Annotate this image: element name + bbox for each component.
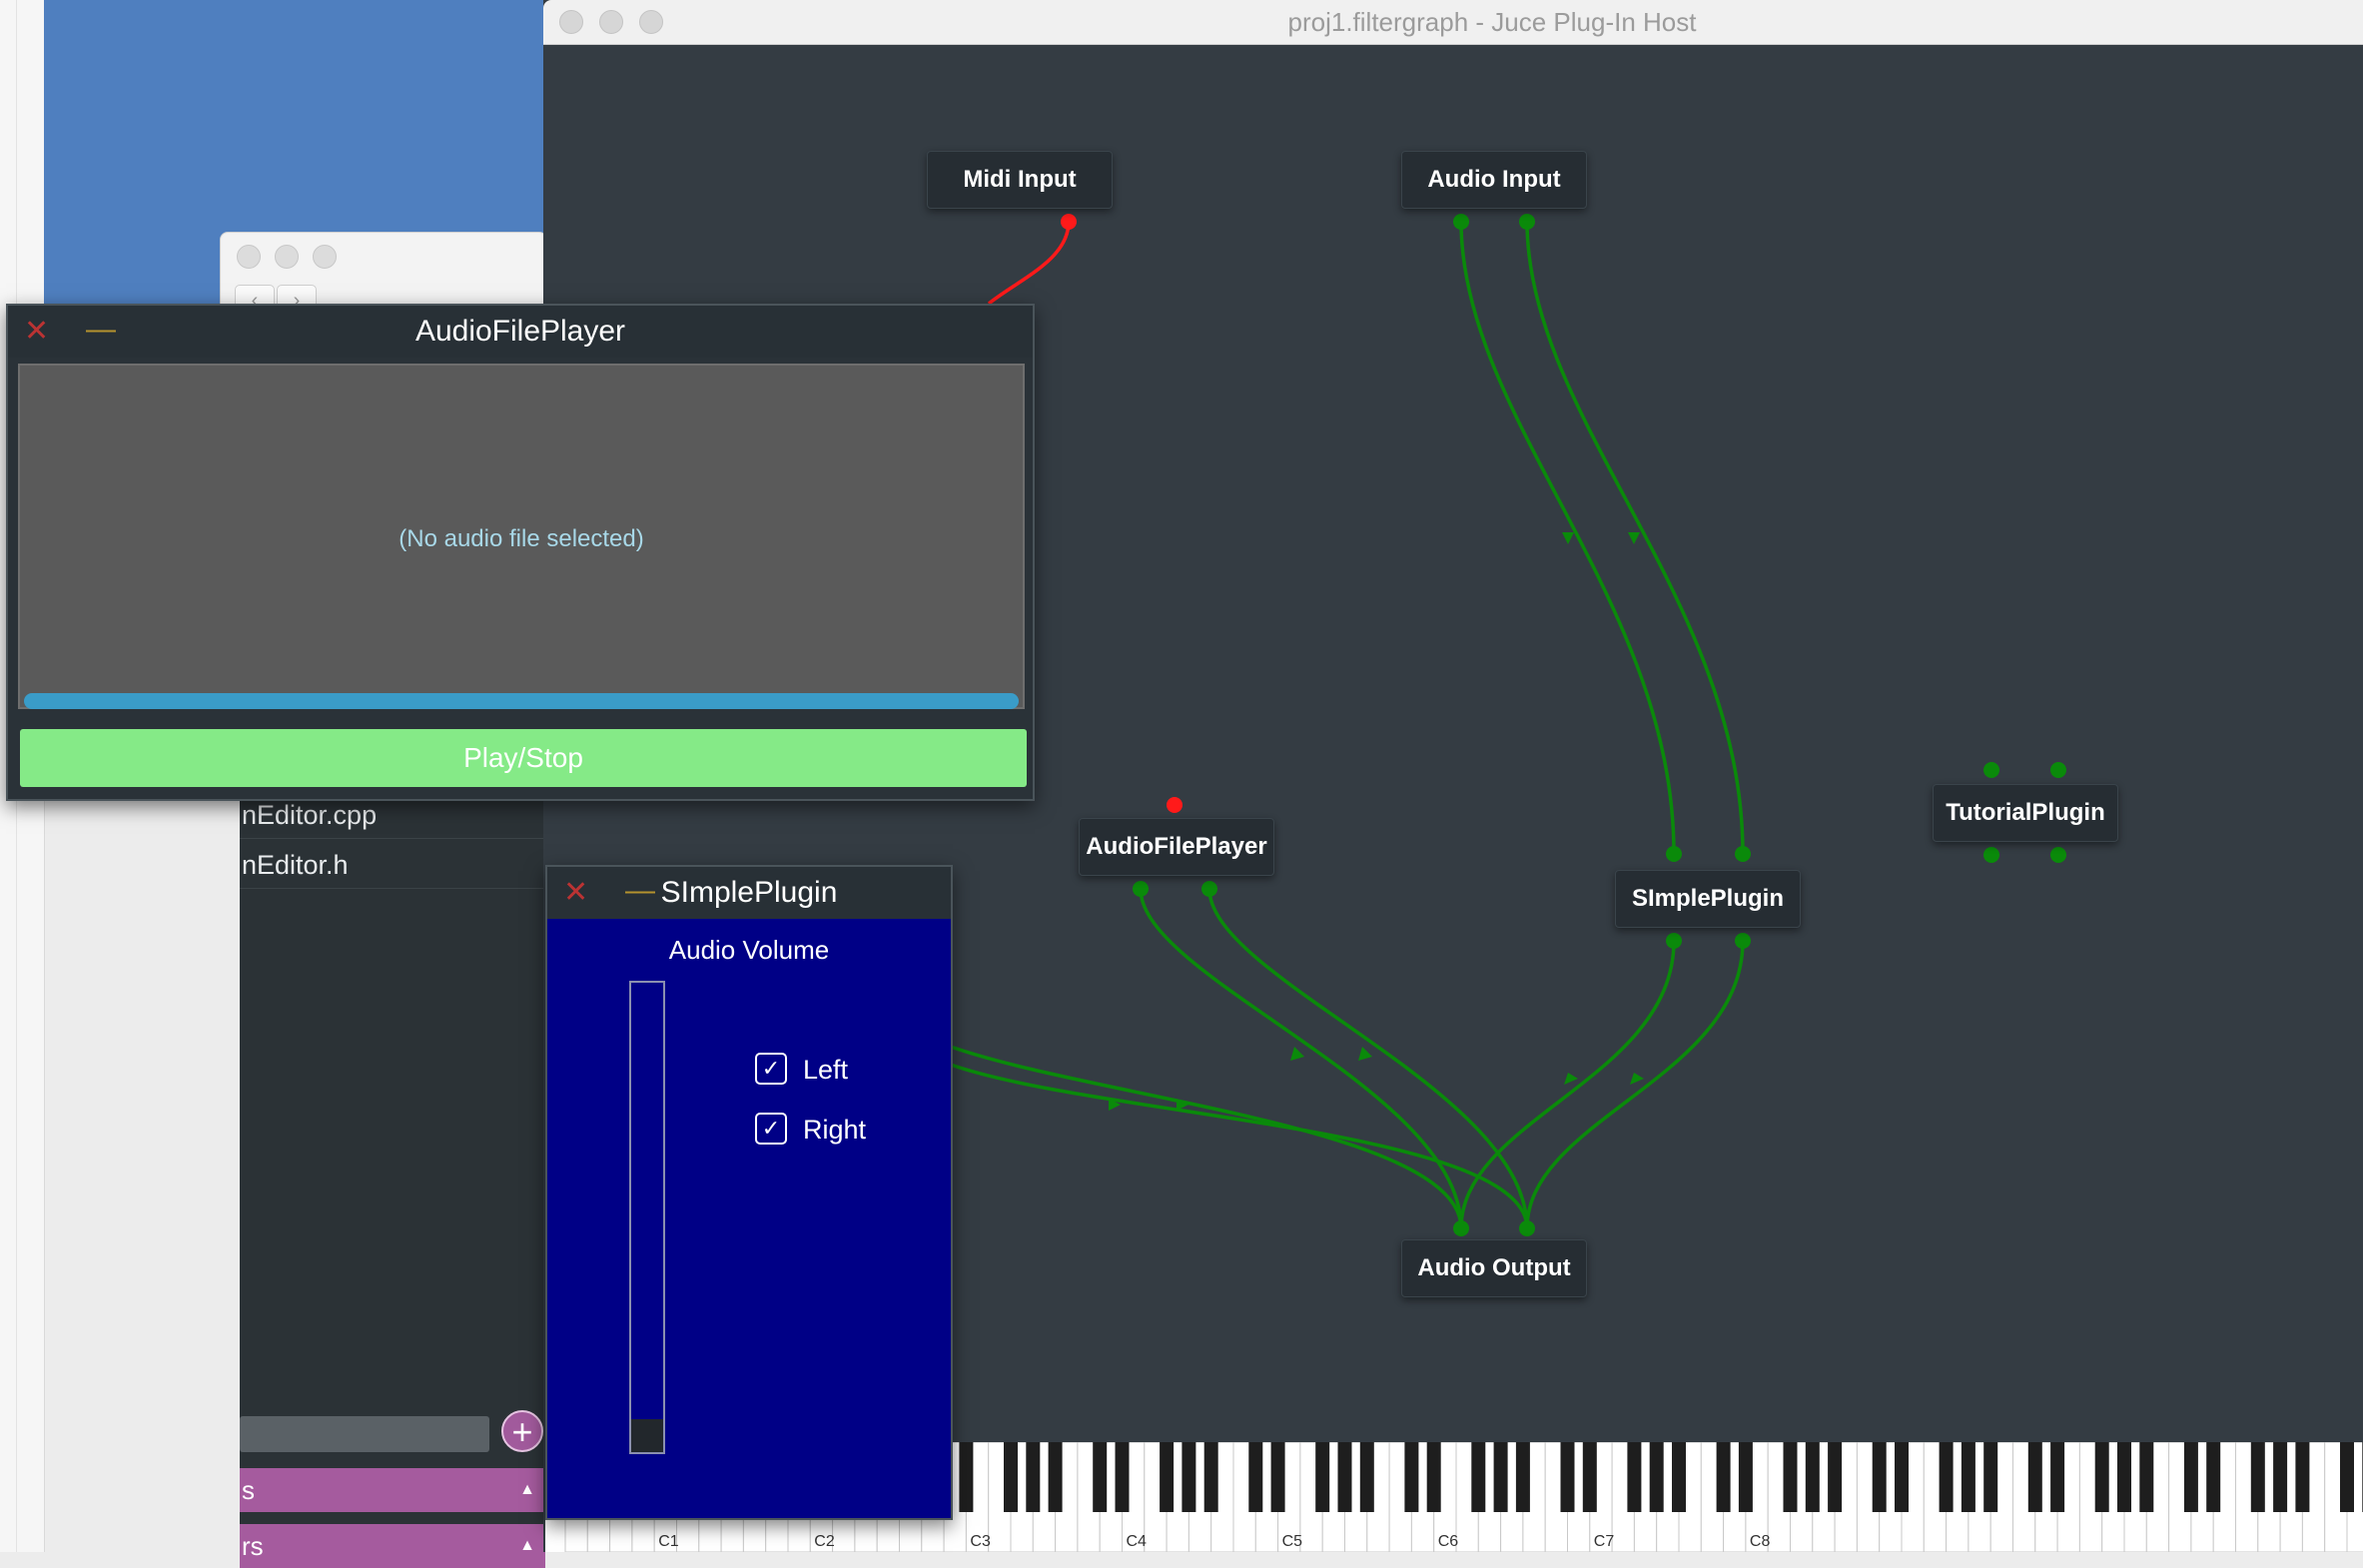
octave-label: C7 (1594, 1533, 1615, 1550)
black-key (1337, 1442, 1352, 1512)
black-key (2117, 1442, 2131, 1512)
playback-position-bar[interactable] (24, 693, 1019, 709)
close-icon[interactable]: ✕ (24, 306, 49, 358)
node-simple-plugin[interactable]: SImplePlugin (1615, 870, 1801, 928)
black-key (1783, 1442, 1798, 1512)
black-key (1004, 1442, 1018, 1512)
window-title: AudioFilePlayer (414, 315, 626, 348)
minimize-icon[interactable]: — (86, 306, 116, 354)
black-key (1182, 1442, 1196, 1512)
black-key (1560, 1442, 1575, 1512)
chevron-up-icon: ▲ (519, 1481, 535, 1498)
simple-plugin-window: ✕ — SImplePlugin Audio Volume ✓ Left ✓ R… (545, 865, 953, 1520)
black-key (1716, 1442, 1731, 1512)
black-key (1872, 1442, 1887, 1512)
black-key (1160, 1442, 1175, 1512)
octave-label: C1 (658, 1533, 679, 1550)
file-search-input[interactable] (240, 1416, 489, 1452)
octave-label: C5 (1282, 1533, 1303, 1550)
panel-section-header[interactable]: rs ▲ (240, 1524, 545, 1568)
audio-volume-label: Audio Volume (668, 935, 830, 965)
black-key (1426, 1442, 1441, 1512)
black-key (1048, 1442, 1063, 1512)
octave-label: C8 (1750, 1533, 1771, 1550)
black-key (1515, 1442, 1530, 1512)
black-key (2183, 1442, 2198, 1512)
audio-file-player-window: ✕ — AudioFilePlayer (No audio file selec… (6, 304, 1035, 801)
black-key (2250, 1442, 2265, 1512)
black-key (1315, 1442, 1330, 1512)
black-key (1805, 1442, 1820, 1512)
black-key (2206, 1442, 2221, 1512)
window-titlebar: ✕ — AudioFilePlayer (8, 306, 1033, 358)
black-key (1359, 1442, 1374, 1512)
host-titlebar: proj1.filtergraph - Juce Plug-In Host (543, 0, 2363, 45)
black-key (1093, 1442, 1108, 1512)
black-key (1983, 1442, 1998, 1512)
black-key (1404, 1442, 1419, 1512)
node-audio-file-player[interactable]: AudioFilePlayer (1079, 818, 1274, 876)
window-minimize-icon[interactable] (275, 245, 299, 269)
node-audio-output[interactable]: Audio Output (1401, 1239, 1587, 1297)
black-key (1627, 1442, 1642, 1512)
chevron-up-icon: ▲ (519, 1537, 535, 1554)
octave-label: C3 (970, 1533, 991, 1550)
close-icon[interactable]: ✕ (563, 867, 588, 919)
minimize-icon[interactable]: — (625, 867, 655, 915)
black-key (959, 1442, 974, 1512)
black-key (1895, 1442, 1909, 1512)
right-checkbox-label: Right (803, 1115, 867, 1145)
window-zoom-icon[interactable] (313, 245, 337, 269)
black-key (1471, 1442, 1486, 1512)
node-midi-input[interactable]: Midi Input (927, 151, 1113, 209)
right-checkbox[interactable]: ✓ (755, 1113, 787, 1145)
black-key (1672, 1442, 1686, 1512)
add-file-button[interactable]: + (501, 1410, 543, 1452)
black-key (2273, 1442, 2288, 1512)
black-key (1493, 1442, 1508, 1512)
window-title: proj1.filtergraph - Juce Plug-In Host (1287, 7, 1697, 37)
black-key (1649, 1442, 1664, 1512)
left-checkbox[interactable]: ✓ (755, 1053, 787, 1085)
window-titlebar: ✕ — SImplePlugin (547, 867, 951, 919)
black-key (1203, 1442, 1218, 1512)
black-key (2340, 1442, 2354, 1512)
black-key (2027, 1442, 2042, 1512)
black-key (2139, 1442, 2154, 1512)
volume-slider-fill (631, 1419, 663, 1452)
waveform-display[interactable]: (No audio file selected) (18, 364, 1025, 709)
black-key (1738, 1442, 1753, 1512)
black-key (1115, 1442, 1130, 1512)
play-stop-button[interactable]: Play/Stop (20, 729, 1027, 787)
section-label: rs (242, 1531, 264, 1561)
window-close-icon[interactable] (237, 245, 261, 269)
left-checkbox-label: Left (803, 1055, 849, 1085)
black-key (1026, 1442, 1041, 1512)
black-key (2094, 1442, 2109, 1512)
black-key (1248, 1442, 1263, 1512)
black-key (1582, 1442, 1597, 1512)
black-key (1939, 1442, 1954, 1512)
node-tutorial-plugin[interactable]: TutorialPlugin (1933, 784, 2118, 842)
black-key (1828, 1442, 1843, 1512)
window-title: SImplePlugin (660, 876, 838, 909)
black-key (1961, 1442, 1975, 1512)
panel-section-header[interactable]: s ▲ (240, 1468, 545, 1512)
no-file-message: (No audio file selected) (398, 525, 644, 552)
black-key (1270, 1442, 1285, 1512)
black-key (2295, 1442, 2310, 1512)
section-label: s (242, 1475, 255, 1505)
octave-label: C2 (814, 1533, 835, 1550)
file-item[interactable]: nEditor.h (240, 841, 545, 889)
volume-slider[interactable] (629, 981, 665, 1454)
octave-label: C6 (1438, 1533, 1459, 1550)
octave-label: C4 (1127, 1533, 1148, 1550)
black-key (2050, 1442, 2065, 1512)
node-audio-input[interactable]: Audio Input (1401, 151, 1587, 209)
